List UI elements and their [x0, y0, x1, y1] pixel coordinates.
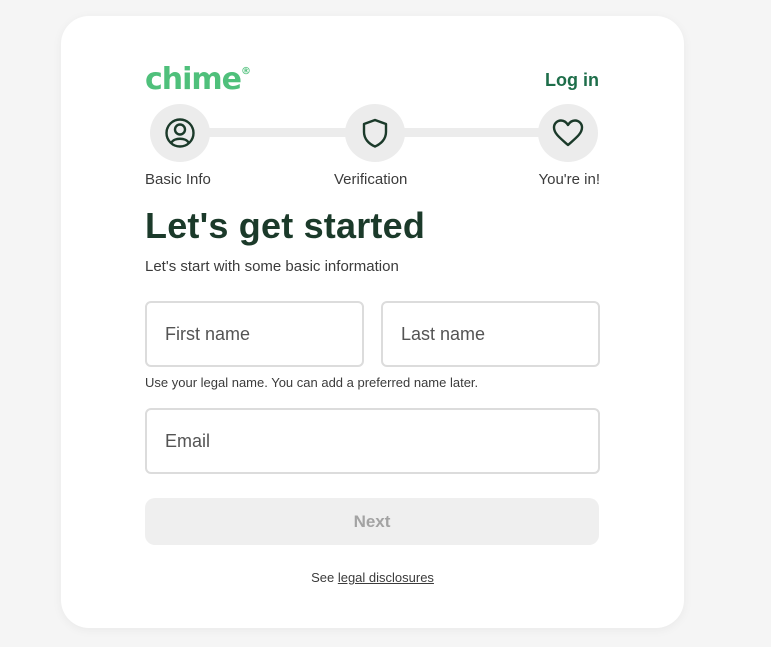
logo-registered-mark: ® — [241, 66, 251, 77]
page-title: Let's get started — [145, 205, 426, 246]
heart-icon — [552, 119, 584, 147]
next-button[interactable]: Next — [145, 498, 599, 545]
chime-logo: chime® — [145, 62, 251, 97]
last-name-field[interactable] — [381, 301, 600, 367]
step-youre-in-circle — [538, 104, 598, 162]
shield-icon — [362, 118, 388, 148]
user-circle-icon — [165, 118, 195, 148]
step-verification-circle — [345, 104, 405, 162]
step-label-verification: Verification — [334, 171, 408, 188]
signup-card: chime® Log in Basic Info Verification Yo… — [61, 16, 684, 628]
legal-disclosures-link[interactable]: legal disclosures — [338, 570, 434, 585]
step-basic-info-circle — [150, 104, 210, 162]
page-subtitle: Let's start with some basic information — [145, 258, 399, 275]
first-name-field[interactable] — [145, 301, 364, 367]
email-field[interactable] — [145, 408, 600, 474]
name-hint: Use your legal name. You can add a prefe… — [145, 375, 479, 390]
logo-text: chime — [145, 62, 242, 97]
legal-disclosure-line: See legal disclosures — [61, 570, 684, 585]
login-link[interactable]: Log in — [545, 70, 599, 91]
step-label-basic-info: Basic Info — [145, 171, 211, 188]
step-label-youre-in: You're in! — [538, 171, 600, 188]
disclosure-prefix: See — [311, 570, 335, 585]
